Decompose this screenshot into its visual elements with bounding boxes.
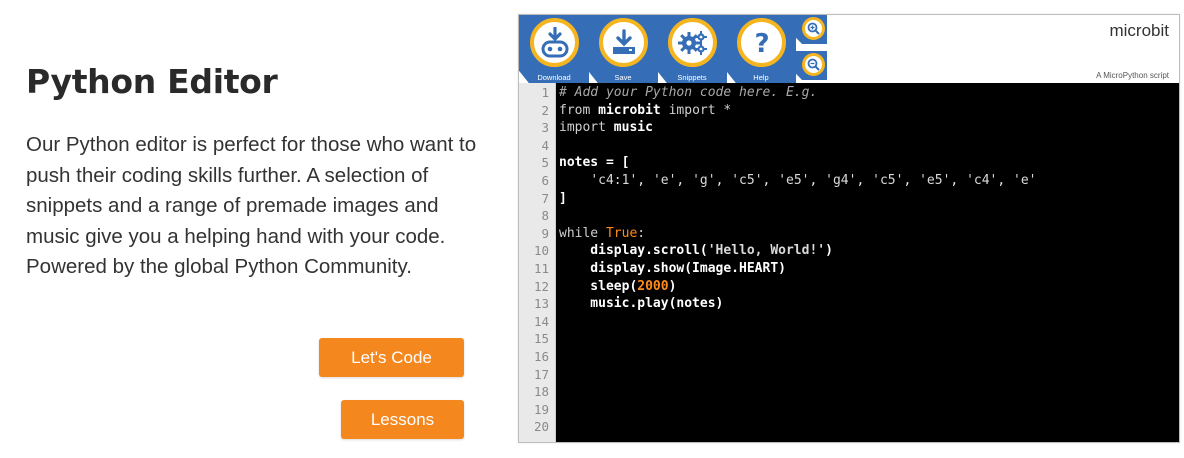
line-number: 5: [541, 155, 549, 171]
code-line: 9 while True:: [519, 225, 1179, 243]
line-number: 9: [541, 225, 549, 241]
code-text: notes = [: [559, 155, 630, 171]
line-number: 8: [541, 208, 549, 224]
line-number: 12: [533, 278, 549, 294]
line-number: 14: [533, 313, 549, 329]
code-text: # Add your Python code here. E.g.: [559, 85, 818, 100]
save-download-icon: [612, 28, 635, 54]
line-number: 13: [533, 296, 549, 312]
code-line: 8: [519, 207, 1179, 225]
download-label: Download: [537, 73, 571, 82]
line-number: 18: [533, 384, 549, 400]
code-line: 18: [519, 383, 1179, 401]
code-line: 14: [519, 313, 1179, 331]
intro-paragraph: Our Python editor is perfect for those w…: [26, 133, 477, 278]
question-icon: ?: [754, 29, 769, 57]
code-text: from microbit import *: [559, 102, 732, 118]
code-area[interactable]: 1 # Add your Python code here. E.g. 2 from …: [519, 83, 1179, 442]
line-number: 10: [533, 243, 549, 259]
code-line: 6 'c4:1', 'e', 'g', 'c5', 'e5', 'g4', 'c…: [519, 172, 1179, 190]
code-line: 5 notes = [: [519, 154, 1179, 172]
line-number: 15: [533, 331, 549, 347]
code-text: 'c4:1', 'e', 'g', 'c5', 'e5', 'g4', 'c5'…: [590, 173, 1037, 188]
line-number: 2: [541, 102, 549, 118]
zoom-out-icon: [807, 58, 820, 71]
line-number: 19: [533, 401, 549, 417]
zoom-in-button[interactable]: [795, 15, 827, 44]
code-line: 11 display.show(Image.HEART): [519, 260, 1179, 278]
code-text: while True:: [559, 225, 646, 241]
help-button[interactable]: ? Help: [726, 15, 796, 83]
code-line: 17: [519, 366, 1179, 384]
editor-preview: Download Save Snippets ? Help microbit A…: [518, 14, 1180, 443]
download-robot-icon: [541, 26, 568, 57]
line-number: 11: [533, 261, 549, 276]
code-line: 15: [519, 330, 1179, 348]
page-title: Python Editor: [26, 62, 278, 101]
code-text: ]: [559, 190, 567, 206]
microbit-brand: microbit: [1109, 21, 1169, 40]
code-line: 4: [519, 137, 1179, 155]
line-number: 1: [541, 85, 549, 100]
code-line: 7]: [519, 190, 1179, 208]
line-number: 20: [533, 419, 549, 435]
help-label: Help: [753, 73, 769, 82]
line-number: 16: [533, 349, 549, 364]
code-line: 2 from microbit import *: [519, 102, 1179, 120]
line-number: 3: [541, 120, 549, 136]
code-text: sleep(2000): [559, 278, 677, 294]
editor-toolbar: Download Save Snippets ? Help microbit A…: [519, 15, 1179, 83]
code-line: 3 import music: [519, 119, 1179, 137]
line-number: 6: [541, 173, 549, 188]
code-line: 1 # Add your Python code here. E.g.: [519, 84, 1179, 102]
code-line: 16: [519, 348, 1179, 366]
save-button[interactable]: Save: [588, 15, 658, 83]
line-number: 17: [533, 366, 549, 382]
code-line: 12 sleep(2000): [519, 278, 1179, 296]
zoom-in-icon: [807, 22, 820, 35]
code-line: 13 music.play(notes): [519, 295, 1179, 313]
code-line: 10 display.scroll('Hello, World!'): [519, 242, 1179, 260]
save-label: Save: [614, 73, 632, 82]
code-text: import music: [559, 120, 653, 136]
line-number: 4: [541, 137, 549, 153]
code-text: music.play(notes): [559, 296, 724, 312]
code-line: 20: [519, 418, 1179, 436]
code-text: display.show(Image.HEART): [559, 261, 786, 276]
line-number: 7: [541, 190, 549, 206]
script-subtitle: A MicroPython script: [1096, 71, 1169, 80]
code-line: 19: [519, 401, 1179, 419]
lessons-button[interactable]: Lessons: [341, 400, 464, 439]
snippets-button[interactable]: Snippets: [657, 15, 727, 83]
download-button[interactable]: Download: [519, 15, 589, 83]
gears-icon: [677, 30, 707, 55]
snippets-label: Snippets: [677, 73, 707, 82]
svg-text:?: ?: [754, 29, 769, 57]
lets-code-button[interactable]: Let's Code: [319, 338, 464, 377]
zoom-out-button[interactable]: [795, 51, 827, 80]
code-text: display.scroll('Hello, World!'): [559, 243, 833, 259]
